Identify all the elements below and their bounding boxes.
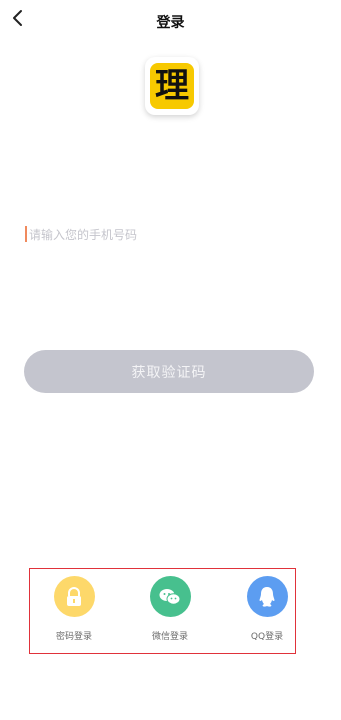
qq-icon: [246, 576, 288, 617]
wechat-login-button[interactable]: 微信登录: [135, 576, 205, 642]
text-cursor: [25, 226, 27, 242]
password-login-button[interactable]: 密码登录: [39, 576, 109, 642]
qq-login-label: QQ登录: [250, 632, 284, 642]
app-logo: 理: [145, 57, 199, 115]
qq-login-button[interactable]: QQ登录: [232, 576, 302, 642]
wechat-icon: [149, 576, 191, 617]
wechat-login-label: 微信登录: [151, 632, 188, 642]
password-login-label: 密码登录: [55, 632, 92, 642]
lock-icon: [53, 576, 95, 617]
top-bar: 登录: [0, 0, 341, 44]
phone-field: [25, 222, 317, 248]
phone-input[interactable]: [29, 222, 309, 248]
logo-glyph: 理: [150, 63, 194, 109]
page-title: 登录: [156, 15, 185, 31]
get-code-button[interactable]: 获取验证码: [24, 350, 314, 393]
